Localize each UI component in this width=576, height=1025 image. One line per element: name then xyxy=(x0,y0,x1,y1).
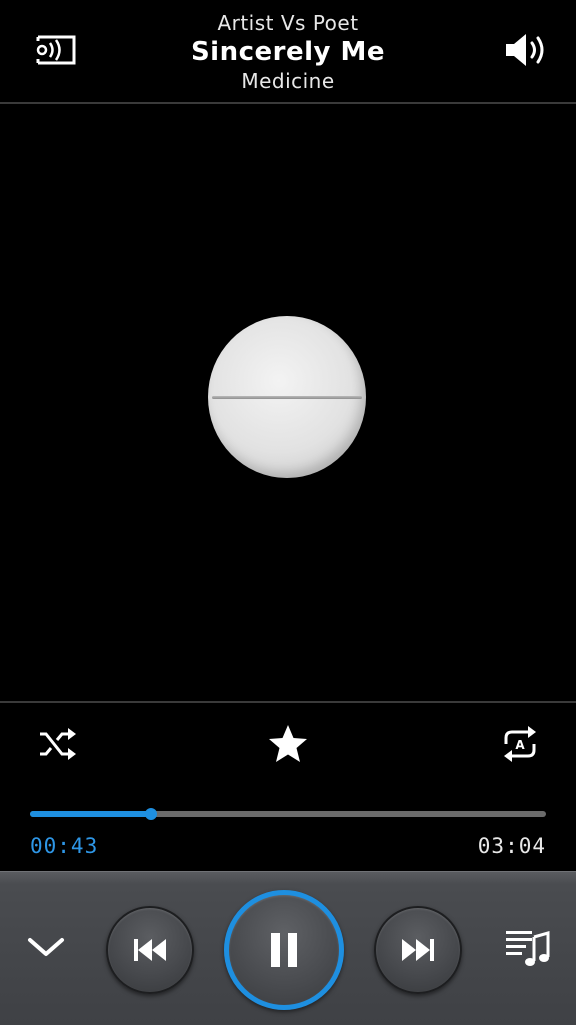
next-track-icon xyxy=(402,939,434,961)
album-art-pill xyxy=(208,316,366,478)
playlist-icon xyxy=(506,931,550,966)
transport-bar xyxy=(0,871,576,1025)
volume-icon xyxy=(506,34,544,66)
seek-bar-thumb[interactable] xyxy=(144,808,157,820)
album-artwork[interactable] xyxy=(0,104,576,701)
repeat-badge: A xyxy=(515,738,525,752)
pause-icon xyxy=(271,933,297,967)
track-info: Artist Vs Poet Sincerely Me Medicine xyxy=(100,10,476,94)
play-pause-button[interactable] xyxy=(224,890,344,1010)
previous-track-icon xyxy=(134,939,166,961)
seek-bar-fill xyxy=(30,811,151,817)
star-icon xyxy=(269,725,307,762)
album-name: Medicine xyxy=(241,69,335,93)
screen-mirror-button[interactable] xyxy=(28,26,84,74)
playlist-button[interactable] xyxy=(502,922,554,972)
total-time: 03:04 xyxy=(477,834,546,858)
repeat-button[interactable]: A xyxy=(496,720,544,768)
playback-options-row: A xyxy=(0,712,576,772)
collapse-button[interactable] xyxy=(22,928,70,968)
shuffle-button[interactable] xyxy=(34,720,82,768)
artwork-divider xyxy=(0,701,576,703)
previous-track-button[interactable] xyxy=(106,906,194,994)
screen-mirror-icon xyxy=(36,35,76,65)
repeat-all-icon: A xyxy=(504,726,536,762)
next-track-button[interactable] xyxy=(374,906,462,994)
shuffle-icon xyxy=(40,728,76,760)
seek-bar[interactable] xyxy=(30,808,546,820)
elapsed-time: 00:43 xyxy=(30,834,99,858)
now-playing-header: Artist Vs Poet Sincerely Me Medicine xyxy=(0,0,576,102)
volume-button[interactable] xyxy=(498,26,554,74)
chevron-down-icon xyxy=(28,938,64,956)
favorite-button[interactable] xyxy=(264,720,312,768)
artist-name: Artist Vs Poet xyxy=(217,11,359,35)
pill-score-line xyxy=(212,396,362,399)
song-title: Sincerely Me xyxy=(190,37,386,67)
